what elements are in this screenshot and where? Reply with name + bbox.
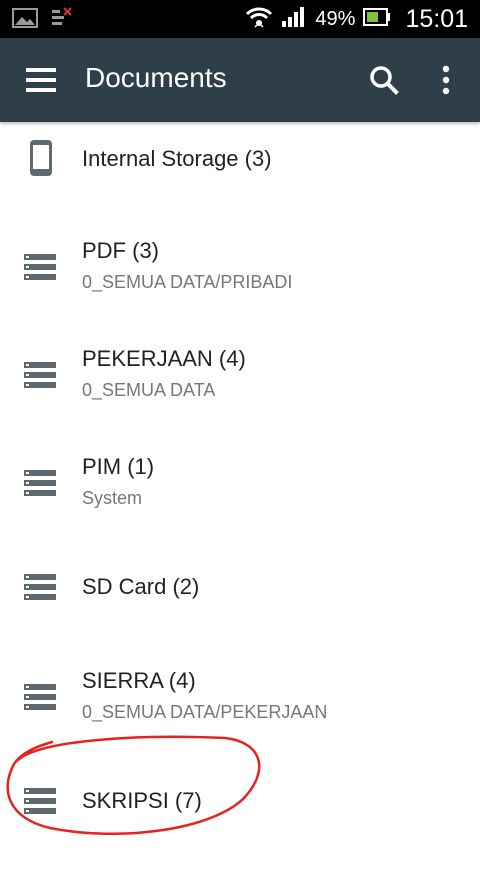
root-subtitle: 0_SEMUA DATA — [82, 380, 216, 400]
root-subtitle: 0_SEMUA DATA/PRIBADI — [82, 272, 293, 292]
page-title: Documents — [85, 62, 227, 93]
root-item-pim[interactable]: PIM (1) System — [0, 450, 480, 550]
root-subtitle: System — [82, 488, 143, 508]
root-title: PEKERJAAN (4) — [82, 346, 246, 371]
root-subtitle: 0_SEMUA DATA/PEKERJAAN — [82, 702, 328, 722]
root-item-sierra[interactable]: SIERRA (4) 0_SEMUA DATA/PEKERJAAN — [0, 664, 480, 764]
storage-icon — [24, 788, 56, 819]
clock: 15:01 — [405, 4, 468, 33]
storage-icon — [24, 254, 56, 285]
status-bar: 49% 15:01 — [0, 0, 480, 38]
signal-icon — [281, 5, 307, 34]
root-title: PDF (3) — [82, 238, 159, 263]
storage-icon — [24, 684, 56, 715]
root-item-sd-card[interactable]: SD Card (2) — [0, 558, 480, 658]
root-title: SKRIPSI (7) — [82, 788, 202, 813]
root-item-pdf[interactable]: PDF (3) 0_SEMUA DATA/PRIBADI — [0, 234, 480, 334]
wifi-icon — [245, 5, 273, 34]
root-item-skripsi[interactable]: SKRIPSI (7) — [0, 772, 480, 872]
more-vert-icon[interactable] — [430, 62, 462, 98]
storage-icon — [24, 574, 56, 605]
root-title: PIM (1) — [82, 454, 155, 479]
root-title: SD Card (2) — [82, 574, 200, 599]
menu-icon[interactable] — [26, 68, 56, 92]
root-title: SIERRA (4) — [82, 668, 196, 693]
battery-icon — [363, 7, 391, 32]
storage-icon — [24, 470, 56, 501]
storage-icon — [24, 362, 56, 393]
debug-icon — [50, 7, 74, 34]
root-title: Internal Storage (3) — [82, 146, 272, 171]
search-icon[interactable] — [368, 64, 400, 96]
root-item-internal-storage[interactable]: Internal Storage (3) — [0, 122, 480, 194]
app-bar: Documents — [0, 38, 480, 122]
battery-percent: 49% — [315, 7, 356, 30]
image-icon — [12, 7, 38, 34]
phone-icon — [28, 138, 54, 183]
root-item-pekerjaan[interactable]: PEKERJAAN (4) 0_SEMUA DATA — [0, 342, 480, 442]
